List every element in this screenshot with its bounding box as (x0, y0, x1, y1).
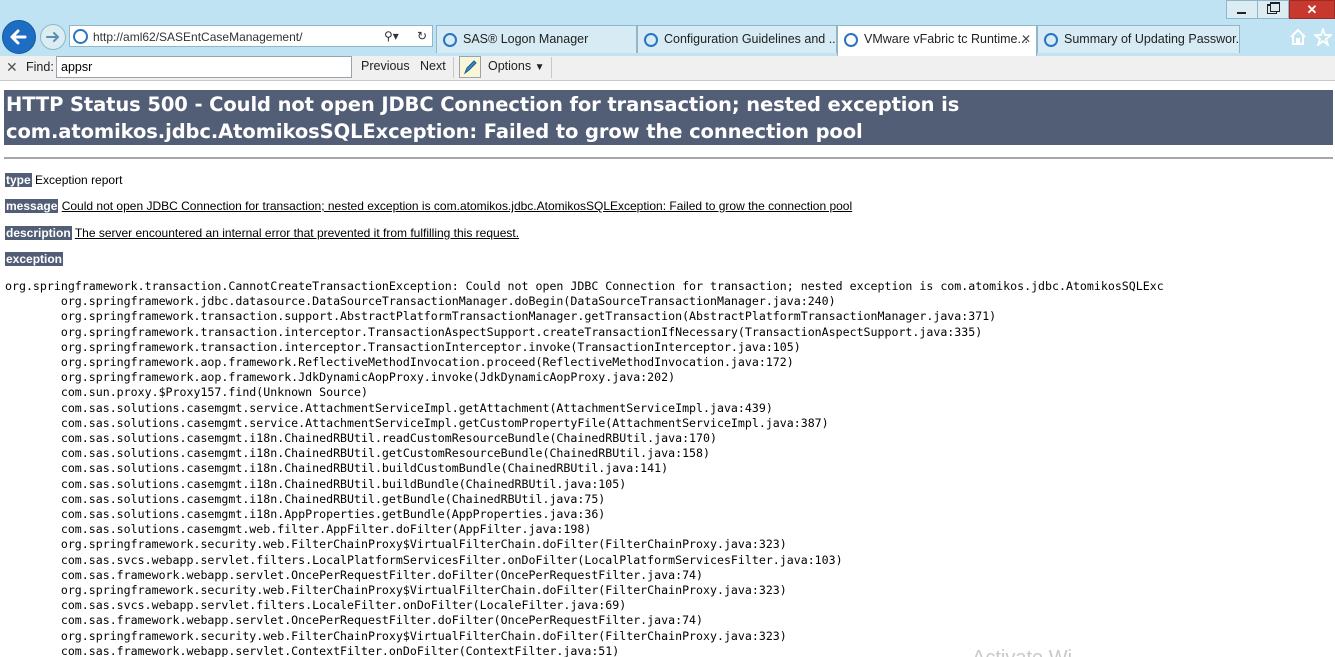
message-value: Could not open JDBC Connection for trans… (61, 199, 853, 213)
ie-page-icon (73, 29, 88, 44)
tab-page-icon (1044, 33, 1058, 47)
search-icon[interactable]: ⚲▾ (384, 29, 399, 43)
tab-vmware-vfabric[interactable]: VMware vFabric tc Runtime... ✕ (837, 25, 1037, 56)
type-value: Exception report (35, 173, 123, 187)
home-icon[interactable] (1289, 28, 1307, 46)
back-arrow-icon (10, 29, 27, 45)
forward-button[interactable] (40, 24, 66, 50)
stack-line: org.springframework.aop.framework.JdkDyn… (60, 370, 676, 385)
stack-line: com.sas.solutions.casemgmt.i18n.ChainedR… (60, 476, 627, 491)
description-label: description (5, 226, 72, 240)
address-bar[interactable]: http://aml62/SASEntCaseManagement/ ⚲▾ ↻ (69, 25, 433, 47)
error-title: HTTP Status 500 - Could not open JDBC Co… (4, 90, 1333, 145)
find-previous-button[interactable]: Previous (361, 59, 410, 73)
close-tab-icon[interactable]: ✕ (1021, 26, 1031, 53)
activate-windows-watermark: Activate Wi... (972, 647, 1089, 657)
restore-button[interactable] (1257, 0, 1289, 19)
stack-line: org.springframework.aop.framework.Reflec… (60, 355, 794, 370)
window-controls: ✕ (1226, 0, 1335, 19)
stack-line: org.springframework.transaction.support.… (60, 309, 997, 324)
close-icon: ✕ (1306, 2, 1318, 17)
stack-line: com.sas.svcs.webapp.servlet.filters.Loca… (60, 552, 843, 567)
stack-line: com.sas.solutions.casemgmt.service.Attac… (60, 400, 773, 415)
stack-line: org.springframework.security.web.FilterC… (60, 583, 787, 598)
find-bar: ✕ Find: Previous Next Options ▼ (0, 56, 1335, 81)
divider (4, 157, 1333, 159)
tab-summary-updating-password[interactable]: Summary of Updating Passwor... (1037, 25, 1240, 53)
find-separator-2 (551, 57, 552, 78)
tab-configuration-guidelines[interactable]: Configuration Guidelines and ... (637, 25, 837, 53)
exception-label: exception (5, 252, 64, 266)
stack-line: org.springframework.transaction.intercep… (60, 324, 983, 339)
stack-line: com.sas.solutions.casemgmt.i18n.ChainedR… (60, 461, 669, 476)
stack-line: com.sun.proxy.$Proxy157.find(Unknown Sou… (60, 385, 368, 400)
message-row: message Could not open JDBC Connection f… (5, 199, 852, 213)
dropdown-arrow-icon: ▼ (534, 62, 545, 73)
find-next-button[interactable]: Next (420, 59, 446, 73)
find-separator (453, 57, 454, 78)
exception-row: exception (5, 252, 64, 266)
stack-line: com.sas.svcs.webapp.servlet.filters.Loca… (60, 598, 627, 613)
stack-line: com.sas.solutions.casemgmt.i18n.ChainedR… (60, 446, 710, 461)
stack-line: com.sas.framework.webapp.servlet.Context… (60, 643, 620, 657)
address-url: http://aml62/SASEntCaseManagement/ (93, 30, 303, 44)
favorites-star-icon[interactable] (1314, 28, 1332, 46)
stack-line: com.sas.solutions.casemgmt.i18n.AppPrope… (60, 507, 606, 522)
stack-line: com.sas.framework.webapp.servlet.OncePer… (60, 567, 704, 582)
stack-line: com.sas.solutions.casemgmt.i18n.ChainedR… (60, 491, 606, 506)
stack-line: org.springframework.security.web.FilterC… (60, 628, 787, 643)
tab-page-icon (443, 33, 457, 47)
highlight-matches-button[interactable] (459, 56, 481, 78)
stack-line: org.springframework.security.web.FilterC… (60, 537, 787, 552)
minimize-button[interactable] (1226, 0, 1258, 19)
stack-line: org.springframework.jdbc.datasource.Data… (60, 294, 836, 309)
stack-trace: org.springframework.transaction.CannotCr… (5, 279, 1164, 657)
find-label: Find: (26, 60, 54, 74)
description-value: The server encountered an internal error… (74, 226, 520, 240)
stack-line: com.sas.framework.webapp.servlet.OncePer… (60, 613, 704, 628)
type-row: type Exception report (5, 173, 122, 187)
find-input[interactable] (56, 56, 352, 78)
minimize-icon (1237, 12, 1246, 14)
refresh-icon[interactable]: ↻ (417, 29, 427, 43)
type-label: type (5, 173, 32, 187)
forward-arrow-icon (46, 32, 59, 42)
stack-line: org.springframework.transaction.intercep… (60, 339, 801, 354)
stack-line: com.sas.solutions.casemgmt.service.Attac… (60, 415, 829, 430)
browser-chrome: ✕ http://aml62/SASEntCaseManagement/ ⚲▾ … (0, 0, 1335, 56)
close-window-button[interactable]: ✕ (1289, 0, 1335, 19)
close-find-icon[interactable]: ✕ (6, 59, 18, 76)
find-options-button[interactable]: Options ▼ (488, 59, 544, 73)
description-row: description The server encountered an in… (5, 226, 519, 240)
page-content: HTTP Status 500 - Could not open JDBC Co… (0, 81, 1335, 657)
stack-line: com.sas.solutions.casemgmt.web.filter.Ap… (60, 522, 592, 537)
stack-line: com.sas.solutions.casemgmt.i18n.ChainedR… (60, 431, 717, 446)
back-button[interactable] (2, 20, 36, 54)
pencil-icon (463, 60, 477, 75)
tab-page-icon (644, 33, 658, 47)
stack-first-line: org.springframework.transaction.CannotCr… (5, 279, 1164, 293)
message-label: message (5, 199, 59, 213)
tab-sas-logon[interactable]: SAS® Logon Manager (436, 25, 637, 53)
tab-page-icon (844, 33, 858, 47)
